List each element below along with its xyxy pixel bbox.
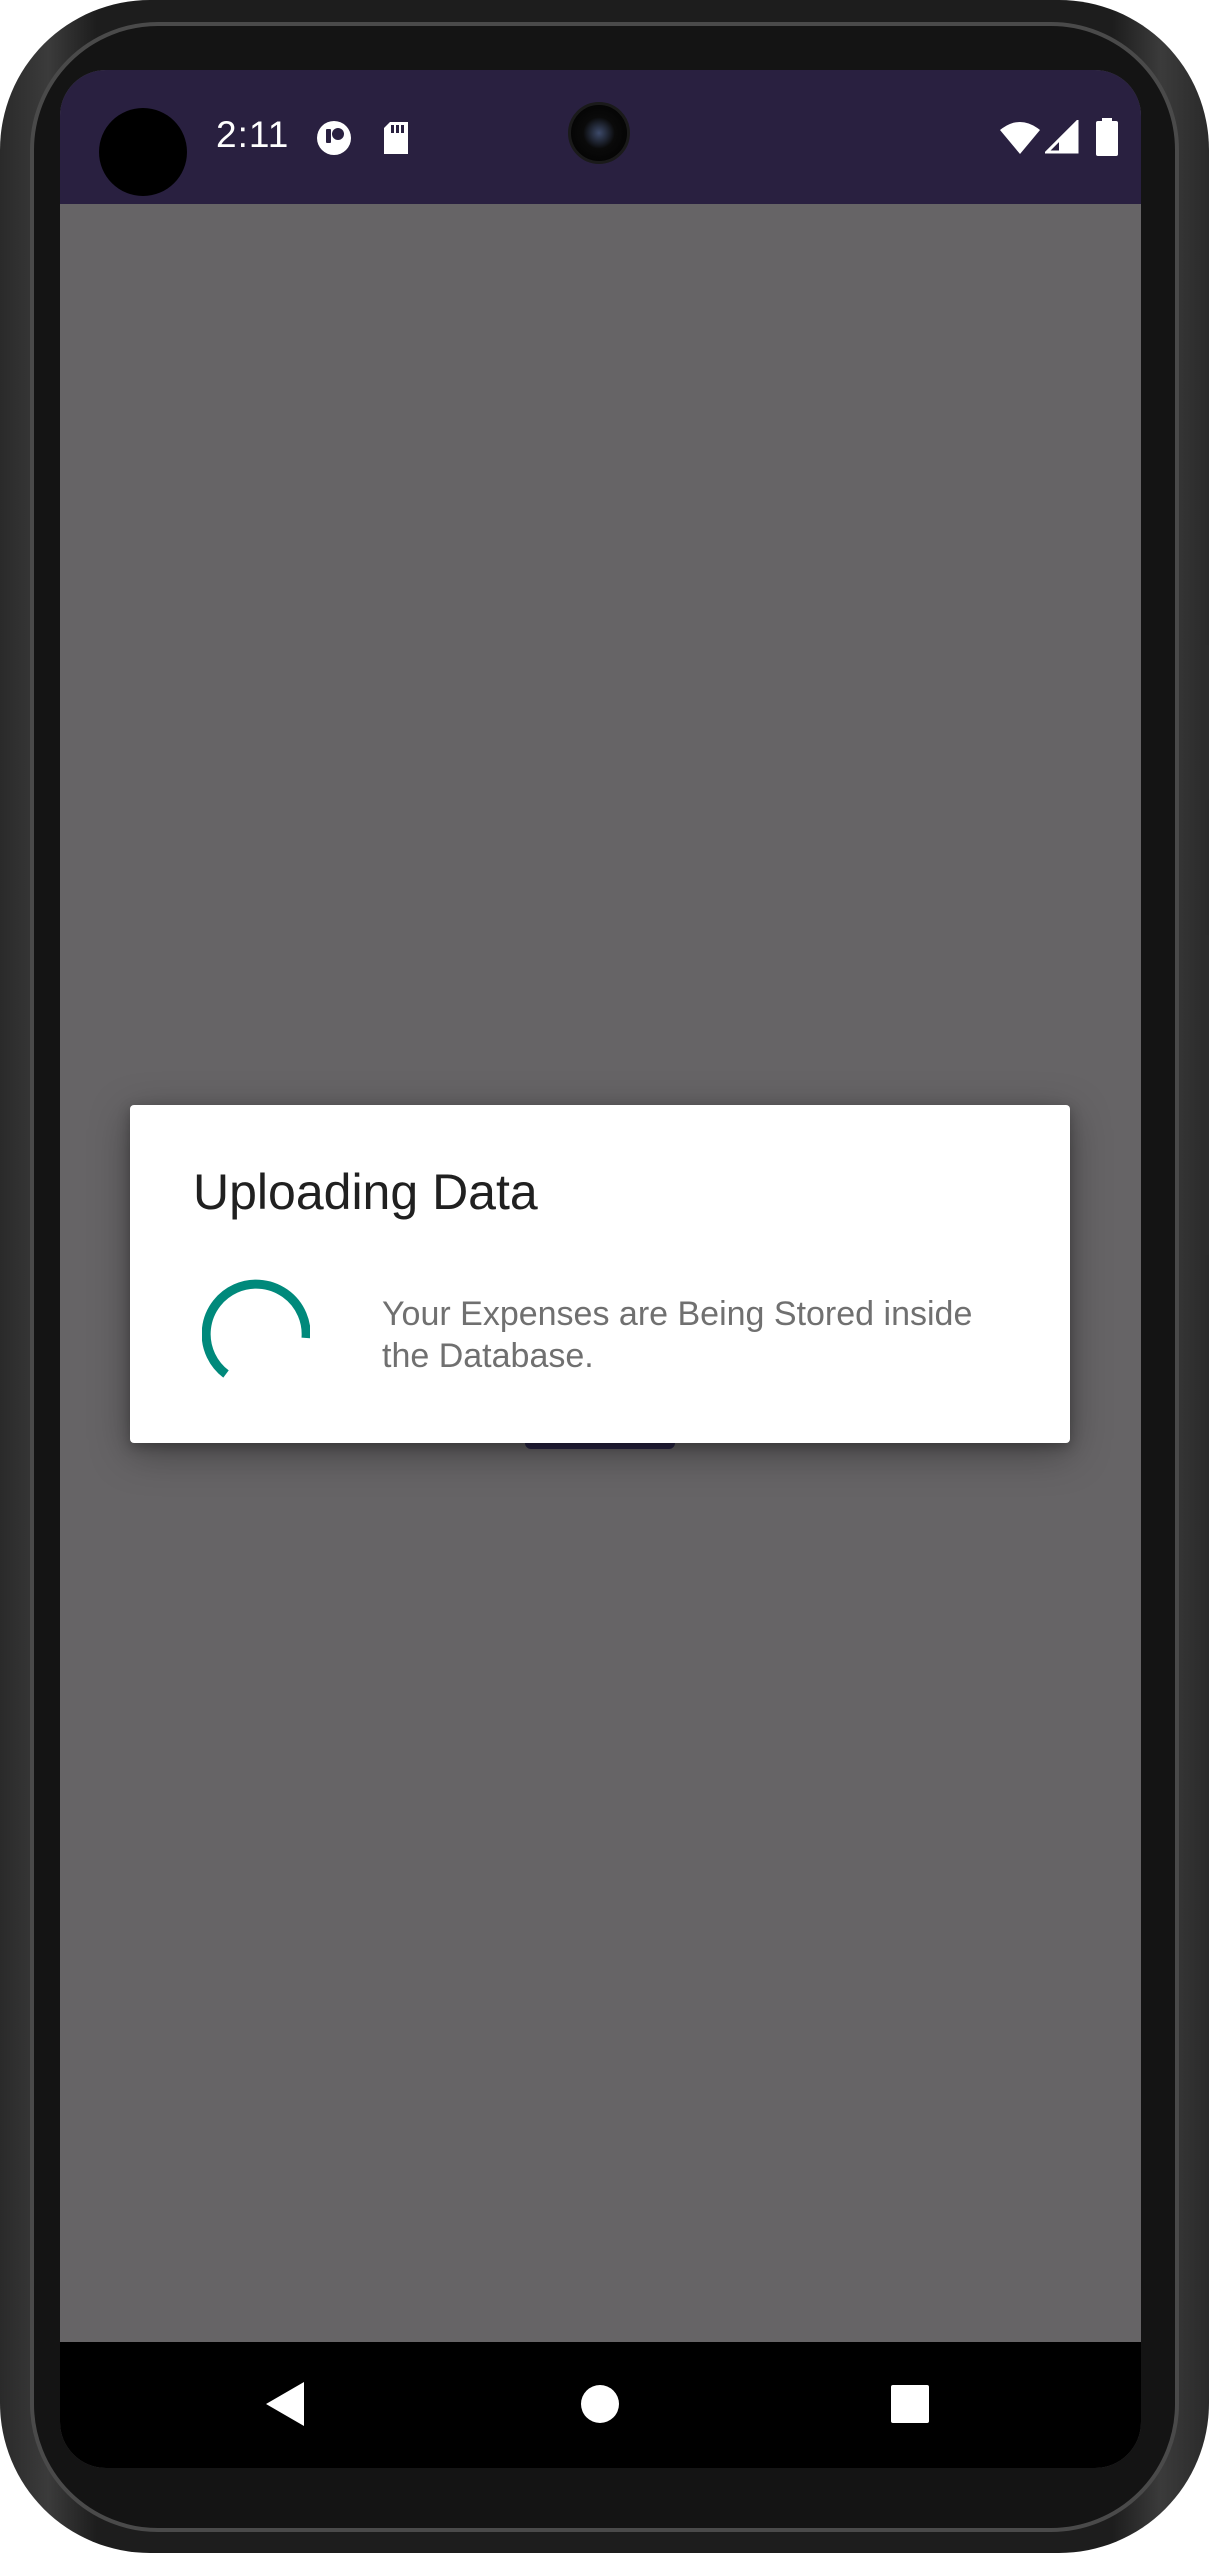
recents-icon[interactable] [890,2384,930,2424]
power-button [1201,645,1209,800]
front-camera [568,102,630,164]
status-time: 2:11 [216,114,290,155]
back-icon[interactable] [264,2380,306,2428]
status-bar: 2:11 [60,70,1141,204]
profile-avatar-icon [99,108,187,196]
screen: 2:11 Uploading Data Your Expenses are Be… [60,70,1141,2468]
volume-button [1201,935,1209,1255]
dialog-message: Your Expenses are Being Stored inside th… [382,1295,973,1375]
phone-frame: 2:11 Uploading Data Your Expenses are Be… [0,0,1209,2553]
sd-card-icon [384,122,408,154]
signal-icon [1045,120,1079,154]
progress-dialog: Uploading Data Your Expenses are Being S… [130,1105,1070,1443]
progress-spinner-icon [202,1279,310,1378]
home-icon[interactable] [580,2384,620,2424]
navigation-bar [60,2342,1141,2468]
wifi-icon [1000,122,1040,154]
dialog-title: Uploading Data [193,1164,538,1220]
background-button-edge [525,1443,675,1449]
data-saver-icon [317,121,351,155]
battery-icon [1096,118,1118,156]
